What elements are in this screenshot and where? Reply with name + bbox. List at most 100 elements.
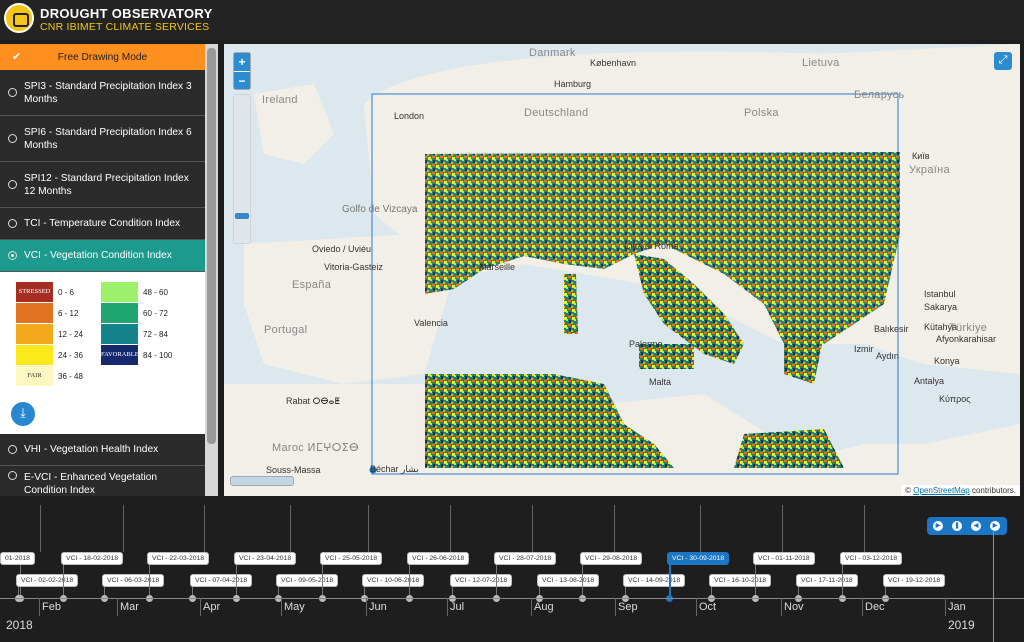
timeline-event[interactable]: VCI - 13-08-2018: [537, 574, 600, 587]
map-place-label: Béchar بشار: [370, 464, 419, 474]
timeline-event[interactable]: VCI - 16-10-2018: [709, 574, 772, 587]
legend-swatch: [101, 324, 138, 344]
map-place-label: Afyonkarahisar: [936, 334, 997, 344]
month-tick: [615, 598, 616, 616]
timeline-event[interactable]: VCI - 01-11-2018: [753, 552, 815, 565]
layer-sidebar: ✔ Free Drawing Mode SPI3 - Standard Prec…: [0, 44, 205, 496]
month-label: Jul: [450, 601, 465, 613]
timeline[interactable]: 01-2018 VCI - 02-02-2018 VCI - 18-02-2018 V…: [0, 505, 1024, 642]
zoom-in-button[interactable]: +: [234, 53, 250, 71]
zoom-out-button[interactable]: −: [234, 71, 250, 89]
zoom-slider-knob[interactable]: [235, 213, 249, 219]
map-place-label: Vitoria-Gasteiz: [324, 262, 383, 272]
month-label: Jun: [369, 601, 387, 613]
map-place-label: Rabat ⵔⴱⴰⵟ: [286, 396, 340, 406]
timeline-event[interactable]: VCI - 30-09-2018: [667, 552, 730, 565]
map-place-label: Oviedo / Uviéu: [312, 244, 372, 254]
timeline-event[interactable]: VCI - 03-12-2018: [840, 552, 903, 565]
month-label: Apr: [203, 601, 221, 613]
layer-label: VHI - Vegetation Health Index: [24, 444, 159, 455]
app-subtitle: CNR IBIMET CLIMATE SERVICES: [40, 21, 210, 33]
osm-link[interactable]: OpenStreetMap: [913, 486, 969, 495]
map-place-label: Україна: [909, 164, 950, 176]
free-drawing-mode-button[interactable]: ✔ Free Drawing Mode: [0, 44, 205, 70]
legend-panel: STRESSED 0 - 6 6 - 12 12 - 24 24 - 36 FAIR 36 …: [0, 272, 205, 434]
timeline-event[interactable]: VCI - 10-06-2018: [362, 574, 425, 587]
map-place-label: España: [292, 279, 332, 291]
timeline-event[interactable]: VCI - 22-03-2018: [147, 552, 210, 565]
legend-swatch: FAVORABLE: [101, 345, 139, 365]
month-label: Oct: [699, 601, 717, 613]
layer-item[interactable]: VHI - Vegetation Health Index: [0, 434, 205, 466]
play-icon[interactable]: ▶: [933, 521, 943, 531]
timeline-guide: [204, 505, 205, 552]
layer-item[interactable]: SPI12 - Standard Precipitation Index 12 …: [0, 162, 205, 208]
observatory-logo: [4, 3, 34, 33]
month-tick: [862, 598, 863, 616]
layer-label: SPI6 - Standard Precipitation Index 6 Mo…: [24, 126, 192, 151]
layer-item[interactable]: SPI6 - Standard Precipitation Index 6 Mo…: [0, 116, 205, 162]
timeline-event[interactable]: VCI - 18-02-2018: [61, 552, 124, 565]
timeline-event[interactable]: VCI - 17-11-2018: [796, 574, 858, 587]
map-horizontal-scroll[interactable]: [230, 476, 294, 486]
timeline-event[interactable]: VCI - 12-07-2018: [450, 574, 513, 587]
layer-label: TCI - Temperature Condition Index: [24, 218, 181, 229]
timeline-event[interactable]: VCI - 06-03-2018: [102, 574, 165, 587]
layer-item[interactable]: SPI3 - Standard Precipitation Index 3 Mo…: [0, 70, 205, 116]
pause-icon[interactable]: ❚: [952, 521, 962, 531]
timeline-event[interactable]: VCI - 23-04-2018: [234, 552, 297, 565]
map-place-label: Ireland: [262, 94, 298, 106]
back-icon[interactable]: ◀: [971, 521, 981, 531]
timeline-event[interactable]: VCI - 09-05-2018: [276, 574, 339, 587]
timeline-event[interactable]: VCI - 29-08-2018: [580, 552, 643, 565]
map-place-label: Istanbul: [924, 289, 956, 299]
year-label: 2019: [948, 618, 975, 632]
download-icon[interactable]: ⤓: [11, 402, 35, 426]
map-place-label: Balıkesir: [874, 324, 909, 334]
timeline-event[interactable]: VCI - 26-06-2018: [407, 552, 470, 565]
map-place-label: Città di Roma: [624, 241, 679, 251]
timeline-guide: [532, 505, 533, 552]
year-label: 2018: [6, 618, 33, 632]
fullscreen-icon[interactable]: ⤢: [994, 52, 1012, 70]
legend-swatch: STRESSED: [16, 282, 53, 302]
map-place-label: Κύπρος: [939, 394, 971, 404]
layer-item[interactable]: TCI - Temperature Condition Index: [0, 208, 205, 240]
timeline-event[interactable]: VCI - 07-04-2018: [190, 574, 253, 587]
forward-icon[interactable]: ▶: [990, 521, 1000, 531]
layer-item[interactable]: E-VCI - Enhanced Vegetation Condition In…: [0, 466, 205, 496]
layer-label: SPI3 - Standard Precipitation Index 3 Mo…: [24, 80, 192, 105]
map-place-label: Danmark: [529, 47, 576, 59]
legend-range-label: 12 - 24: [58, 330, 83, 339]
timeline-event[interactable]: VCI - 28-07-2018: [494, 552, 557, 565]
timeline-guide: [782, 505, 783, 552]
map-place-label: Беларусь: [854, 89, 905, 101]
layer-item[interactable]: VCI - Vegetation Condition Index: [0, 240, 205, 272]
month-label: Nov: [784, 601, 804, 613]
month-tick: [945, 598, 946, 616]
app-title: DROUGHT OBSERVATORY: [40, 6, 213, 21]
sidebar-scrollbar[interactable]: [205, 44, 218, 496]
timeline-axis: [0, 598, 1024, 599]
timeline-event[interactable]: VCI - 02-02-2018: [16, 574, 79, 587]
timeline-guide: [123, 505, 124, 552]
timeline-event[interactable]: VCI - 25-05-2018: [320, 552, 383, 565]
radio-icon: [8, 180, 17, 189]
month-tick: [781, 598, 782, 616]
timeline-guide: [864, 505, 865, 552]
map-place-label: Souss-Massa: [266, 465, 321, 475]
timeline-guide: [614, 505, 615, 552]
map-place-label: Hamburg: [554, 79, 592, 89]
month-label: Feb: [42, 601, 61, 613]
map-place-label: Kütahya: [924, 322, 958, 332]
map-place-label: Valencia: [414, 318, 448, 328]
sidebar-scroll-thumb[interactable]: [207, 48, 216, 444]
layer-label: SPI12 - Standard Precipitation Index 12 …: [24, 172, 189, 197]
timeline-event[interactable]: 01-2018: [0, 552, 35, 565]
layer-label: E-VCI - Enhanced Vegetation Condition In…: [24, 472, 158, 496]
map-place-label: Izmir: [854, 344, 874, 354]
zoom-slider[interactable]: [233, 94, 251, 244]
map-view[interactable]: Danmark København Lietuva Hamburg Беларусь Ir…: [224, 44, 1020, 496]
timeline-event[interactable]: VCI - 14-09-2018: [623, 574, 686, 587]
timeline-event[interactable]: VCI - 19-12-2018: [883, 574, 946, 587]
